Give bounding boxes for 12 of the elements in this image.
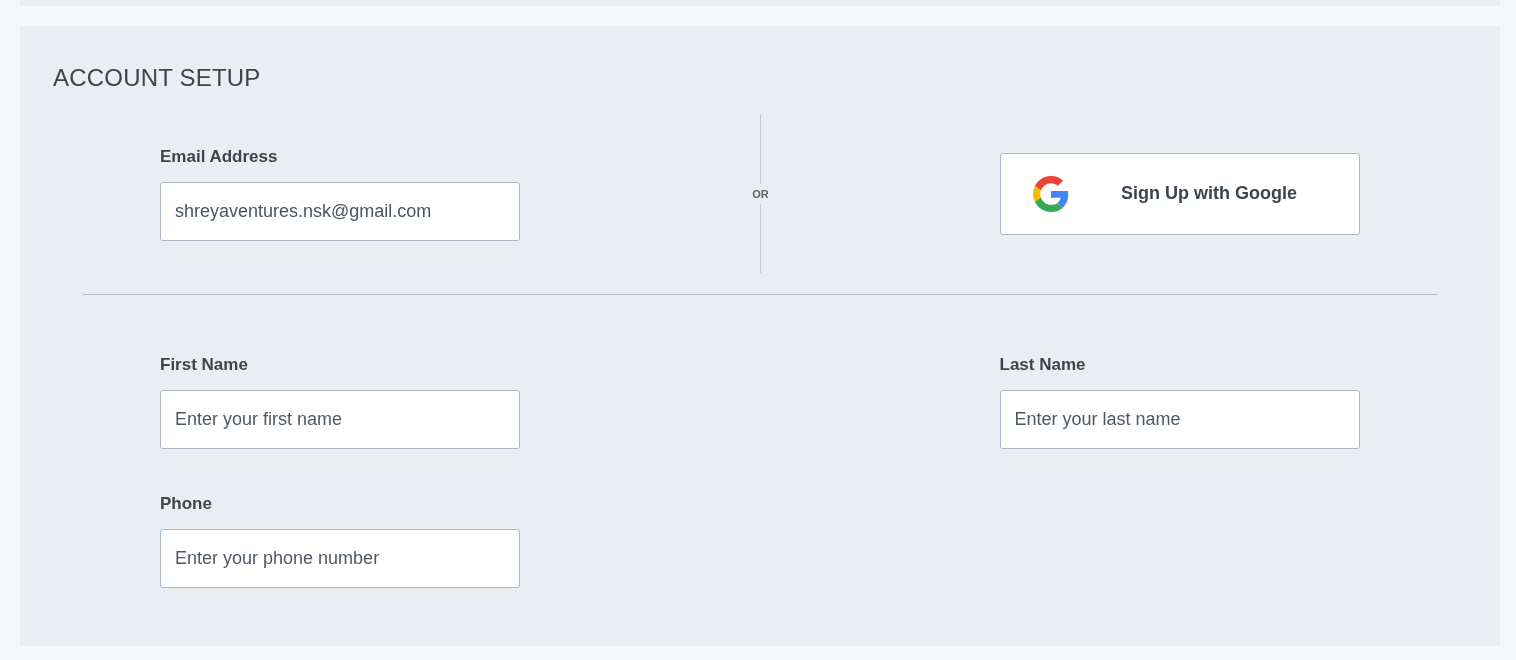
g-logo-icon bbox=[1033, 175, 1069, 212]
text-field[interactable]: Enter your first name bbox=[160, 390, 520, 449]
field-label: First Name bbox=[160, 354, 249, 376]
field-label: Last Name bbox=[999, 354, 1087, 376]
field-label: Phone bbox=[160, 493, 213, 515]
text-field[interactable]: Enter your phone number bbox=[160, 529, 520, 588]
or-label: OR bbox=[752, 186, 769, 202]
email-field[interactable]: shreyaventures.nsk@gmail.com bbox=[160, 182, 520, 241]
field-label: Email Address bbox=[160, 146, 279, 168]
section-title: ACCOUNT SETUP bbox=[53, 63, 262, 92]
google-sign-up-button[interactable]: Sign Up with Google bbox=[1000, 152, 1360, 235]
text-field[interactable]: Enter your last name bbox=[999, 390, 1360, 449]
